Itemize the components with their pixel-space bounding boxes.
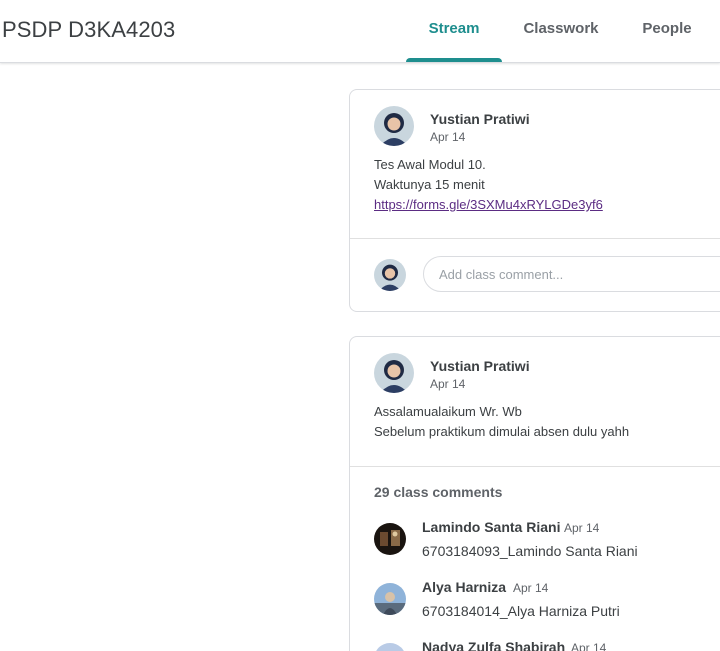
comment-date: Apr 14	[513, 581, 549, 595]
comment-date: Apr 14	[564, 521, 600, 535]
comment-author: Nadya Zulfa Shabirah	[422, 639, 566, 651]
divider	[350, 466, 720, 467]
commenter-avatar	[374, 643, 406, 651]
class-title[interactable]: PSDP D3KA4203	[2, 17, 175, 43]
comment-text: 6703184014_Alya Harniza Putri	[422, 603, 620, 619]
post-body-line: Sebelum praktikum dimulai absen dulu yah…	[374, 424, 630, 439]
post-card: Yustian Pratiwi Apr 14 Assalamualaikum W…	[349, 336, 720, 651]
author-avatar[interactable]	[374, 106, 414, 146]
tab-people-label: People	[642, 20, 692, 37]
post-date: Apr 14	[430, 130, 466, 144]
tab-stream-label: Stream	[428, 20, 480, 37]
current-user-avatar	[374, 259, 406, 291]
post-author[interactable]: Yustian Pratiwi	[430, 111, 530, 127]
active-tab-indicator	[406, 58, 502, 62]
class-comments-count[interactable]: 29 class comments	[374, 484, 502, 500]
post-body-line: Waktunya 15 menit	[374, 177, 485, 192]
post-card: Yustian Pratiwi Apr 14 Tes Awal Modul 10…	[349, 89, 720, 312]
commenter-avatar	[374, 523, 406, 555]
author-avatar[interactable]	[374, 353, 414, 393]
stream-feed: Yustian Pratiwi Apr 14 Tes Awal Modul 10…	[0, 62, 720, 651]
tab-classwork-label: Classwork	[523, 20, 599, 37]
commenter-avatar	[374, 583, 406, 615]
add-class-comment-input[interactable]	[423, 256, 720, 292]
top-app-bar: PSDP D3KA4203 Stream Classwork People	[0, 0, 720, 63]
post-body-line: Assalamualaikum Wr. Wb	[374, 404, 522, 419]
comment-text: 6703184093_Lamindo Santa Riani	[422, 543, 638, 559]
tab-people[interactable]: People	[626, 0, 708, 62]
comment-author: Lamindo Santa Riani	[422, 519, 561, 535]
comment-date: Apr 14	[571, 641, 607, 651]
comment-author: Alya Harniza	[422, 579, 507, 595]
tab-stream[interactable]: Stream	[406, 0, 502, 62]
divider	[350, 238, 720, 239]
post-body-line: Tes Awal Modul 10.	[374, 157, 486, 172]
post-date: Apr 14	[430, 377, 466, 391]
post-link[interactable]: https://forms.gle/3SXMu4xRYLGDe3yf6	[374, 197, 603, 212]
post-author[interactable]: Yustian Pratiwi	[430, 358, 530, 374]
tab-classwork[interactable]: Classwork	[512, 0, 610, 62]
